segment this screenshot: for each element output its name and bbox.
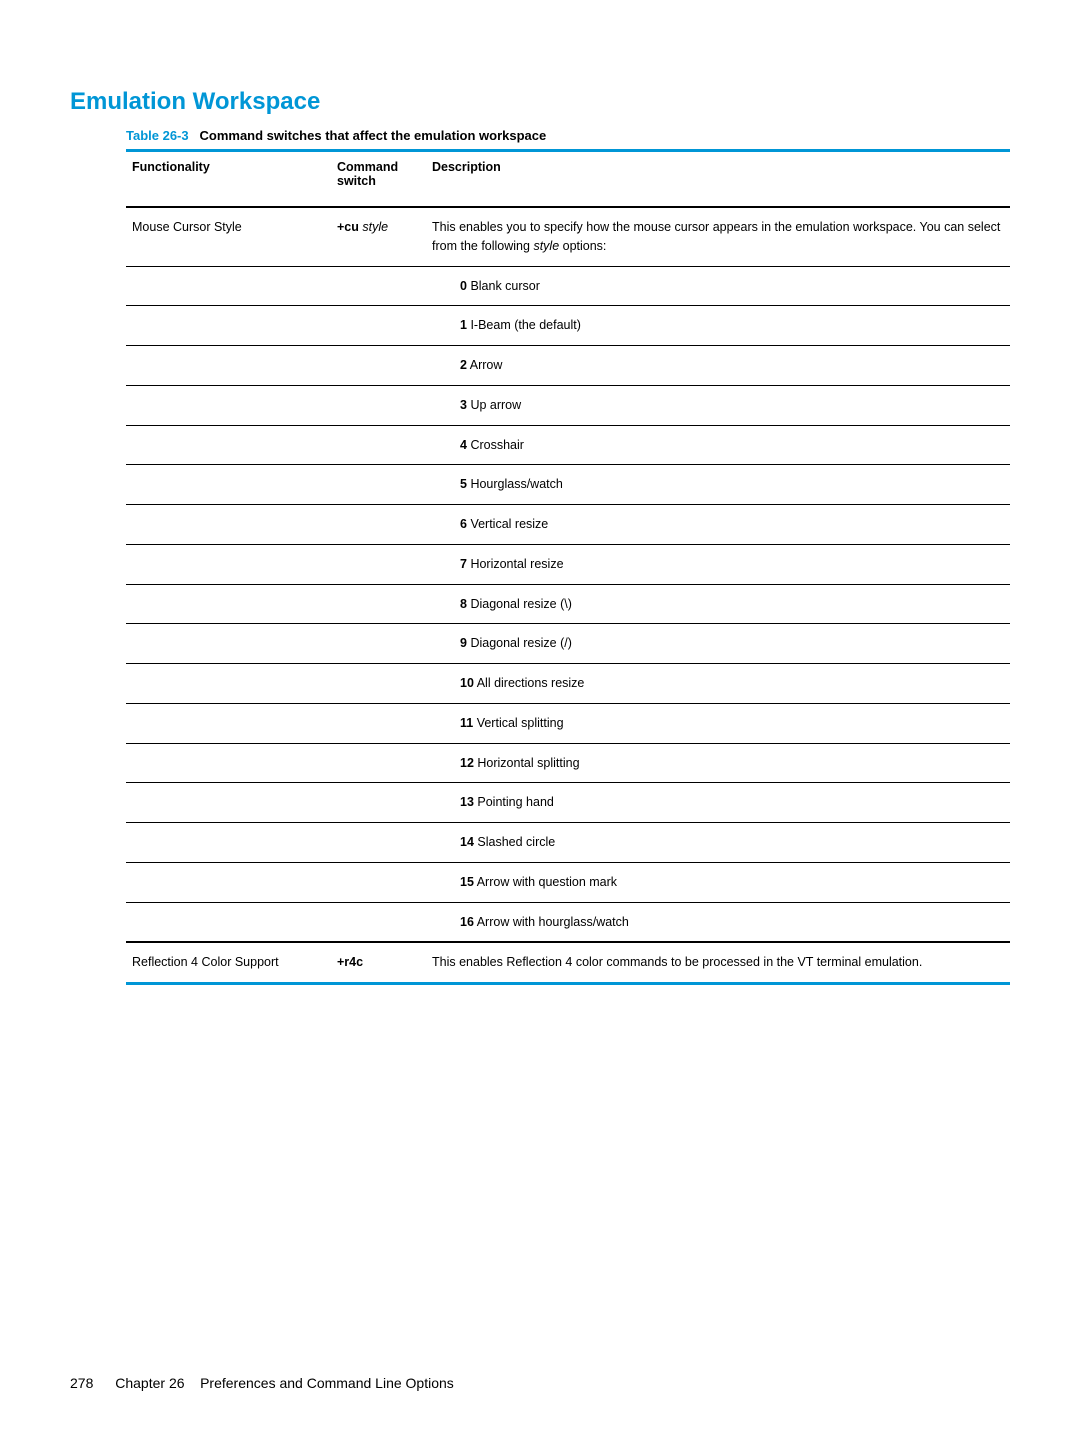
desc-italic: style: [533, 239, 559, 253]
table-row: 3 Up arrow: [126, 385, 1010, 425]
table-row: 1 I-Beam (the default): [126, 306, 1010, 346]
switch-italic: style: [362, 220, 388, 234]
table-row: 16 Arrow with hourglass/watch: [126, 902, 1010, 942]
option-label: Blank cursor: [470, 279, 539, 293]
option-label: Slashed circle: [477, 835, 555, 849]
cell-option: 9 Diagonal resize (/): [426, 624, 1010, 664]
cell-option: 2 Arrow: [426, 346, 1010, 386]
table-row: 5 Hourglass/watch: [126, 465, 1010, 505]
chapter-title: Preferences and Command Line Options: [200, 1375, 454, 1391]
switch-bold: +r4c: [337, 955, 363, 969]
table-row: 13 Pointing hand: [126, 783, 1010, 823]
option-label: I-Beam (the default): [470, 318, 580, 332]
table-row: 7 Horizontal resize: [126, 544, 1010, 584]
cell-option: 7 Horizontal resize: [426, 544, 1010, 584]
option-label: Vertical splitting: [477, 716, 564, 730]
table-row: 6 Vertical resize: [126, 505, 1010, 545]
option-num: 11: [460, 716, 473, 730]
option-label: Horizontal splitting: [477, 756, 579, 770]
table-caption: Table 26-3 Command switches that affect …: [126, 128, 1010, 143]
cell-option: 15 Arrow with question mark: [426, 862, 1010, 902]
cell-option: 6 Vertical resize: [426, 505, 1010, 545]
desc-before-italic: This enables you to specify how the mous…: [432, 220, 1000, 253]
table-row: 8 Diagonal resize (\): [126, 584, 1010, 624]
chapter-label: Chapter 26: [115, 1375, 184, 1391]
cell-command-switch: +r4c: [331, 942, 426, 983]
cell-option: 16 Arrow with hourglass/watch: [426, 902, 1010, 942]
table-row: 14 Slashed circle: [126, 823, 1010, 863]
cell-command-switch: +cu style: [331, 207, 426, 266]
command-switches-table: Functionality Command switch Description…: [126, 149, 1010, 985]
option-num: 10: [460, 676, 474, 690]
cell-option: 11 Vertical splitting: [426, 703, 1010, 743]
option-num: 4: [460, 438, 467, 452]
cell-option: 12 Horizontal splitting: [426, 743, 1010, 783]
cell-option: 1 I-Beam (the default): [426, 306, 1010, 346]
table-row: 15 Arrow with question mark: [126, 862, 1010, 902]
option-label: Pointing hand: [477, 795, 553, 809]
cell-option: 13 Pointing hand: [426, 783, 1010, 823]
page-number: 278: [70, 1375, 93, 1391]
option-label: Horizontal resize: [470, 557, 563, 571]
option-label: Vertical resize: [470, 517, 548, 531]
table-row: 4 Crosshair: [126, 425, 1010, 465]
section-heading: Emulation Workspace: [70, 88, 1010, 116]
cell-functionality: Reflection 4 Color Support: [126, 942, 331, 983]
cell-option: 5 Hourglass/watch: [426, 465, 1010, 505]
table-row: 10 All directions resize: [126, 664, 1010, 704]
option-num: 8: [460, 597, 467, 611]
table-row: 12 Horizontal splitting: [126, 743, 1010, 783]
table-row: 11 Vertical splitting: [126, 703, 1010, 743]
col-header-functionality: Functionality: [126, 151, 331, 208]
option-label: All directions resize: [477, 676, 585, 690]
option-num: 12: [460, 756, 474, 770]
cell-description: This enables you to specify how the mous…: [426, 207, 1010, 266]
option-label: Hourglass/watch: [470, 477, 562, 491]
option-num: 16: [460, 915, 474, 929]
table-caption-title: Command switches that affect the emulati…: [200, 128, 547, 143]
page-footer: 278 Chapter 26 Preferences and Command L…: [70, 1375, 454, 1391]
table-row: 2 Arrow: [126, 346, 1010, 386]
option-label: Diagonal resize (/): [470, 636, 571, 650]
option-num: 3: [460, 398, 467, 412]
option-label: Arrow: [470, 358, 503, 372]
table-caption-prefix: Table 26-3: [126, 128, 189, 143]
option-label: Crosshair: [470, 438, 524, 452]
option-num: 0: [460, 279, 467, 293]
option-num: 5: [460, 477, 467, 491]
table-row: 9 Diagonal resize (/): [126, 624, 1010, 664]
cell-option: 3 Up arrow: [426, 385, 1010, 425]
desc-after-italic: options:: [559, 239, 606, 253]
cell-description: This enables Reflection 4 color commands…: [426, 942, 1010, 983]
option-num: 15: [460, 875, 474, 889]
cell-option: 8 Diagonal resize (\): [426, 584, 1010, 624]
option-label: Diagonal resize (\): [470, 597, 571, 611]
cell-option: 10 All directions resize: [426, 664, 1010, 704]
cell-option: 14 Slashed circle: [426, 823, 1010, 863]
cell-option: 4 Crosshair: [426, 425, 1010, 465]
option-num: 1: [460, 318, 467, 332]
option-label: Up arrow: [470, 398, 521, 412]
option-label: Arrow with hourglass/watch: [477, 915, 629, 929]
table-row: Reflection 4 Color Support +r4c This ena…: [126, 942, 1010, 983]
option-num: 6: [460, 517, 467, 531]
table-row: Mouse Cursor Style +cu style This enable…: [126, 207, 1010, 266]
cell-option: 0 Blank cursor: [426, 266, 1010, 306]
cell-functionality: Mouse Cursor Style: [126, 207, 331, 266]
option-label: Arrow with question mark: [477, 875, 617, 889]
switch-bold: +cu: [337, 220, 359, 234]
option-num: 13: [460, 795, 474, 809]
option-num: 9: [460, 636, 467, 650]
col-header-command-switch: Command switch: [331, 151, 426, 208]
table-container: Table 26-3 Command switches that affect …: [126, 128, 1010, 985]
option-num: 14: [460, 835, 474, 849]
option-num: 2: [460, 358, 467, 372]
table-row: 0 Blank cursor: [126, 266, 1010, 306]
option-num: 7: [460, 557, 467, 571]
col-header-description: Description: [426, 151, 1010, 208]
